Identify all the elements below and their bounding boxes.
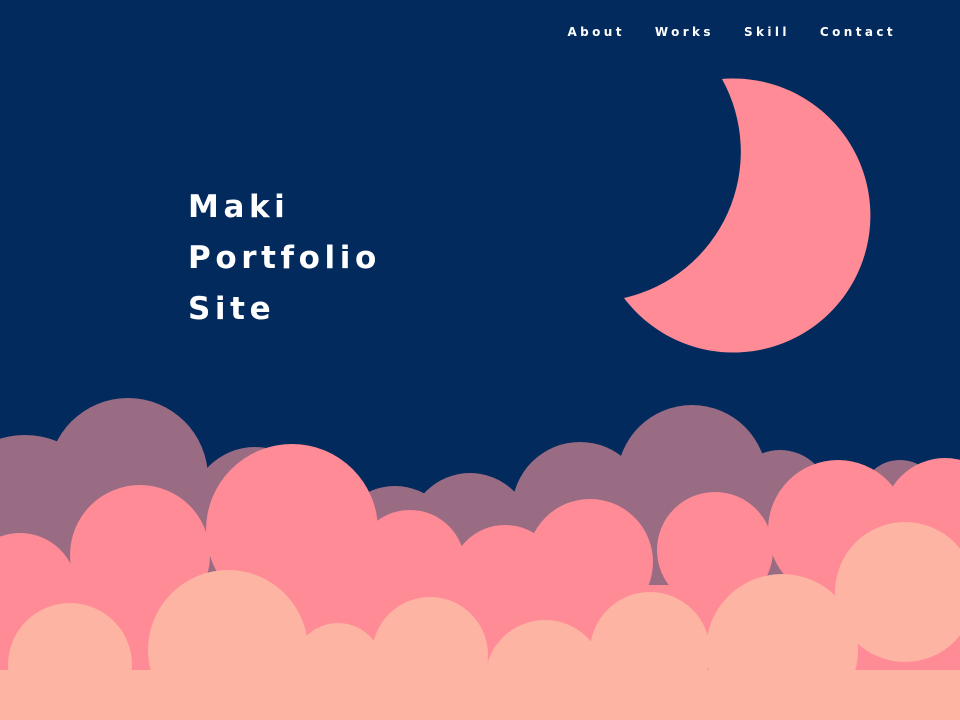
nav-link-skill[interactable]: Skill xyxy=(744,25,790,39)
night-sky-illustration xyxy=(0,78,960,720)
nav-link-contact[interactable]: Contact xyxy=(820,25,896,39)
hero-section: About Works Skill Contact Maki Portfolio… xyxy=(0,0,960,720)
title-line-1: Maki xyxy=(188,189,290,225)
title-line-2: Portfolio xyxy=(188,240,381,276)
main-nav: About Works Skill Contact xyxy=(537,25,896,39)
crescent-moon-icon xyxy=(624,78,871,353)
nav-link-about[interactable]: About xyxy=(567,25,624,39)
title-line-3: Site xyxy=(188,291,276,327)
page-title: Maki Portfolio Site xyxy=(188,182,381,335)
nav-link-works[interactable]: Works xyxy=(655,25,714,39)
